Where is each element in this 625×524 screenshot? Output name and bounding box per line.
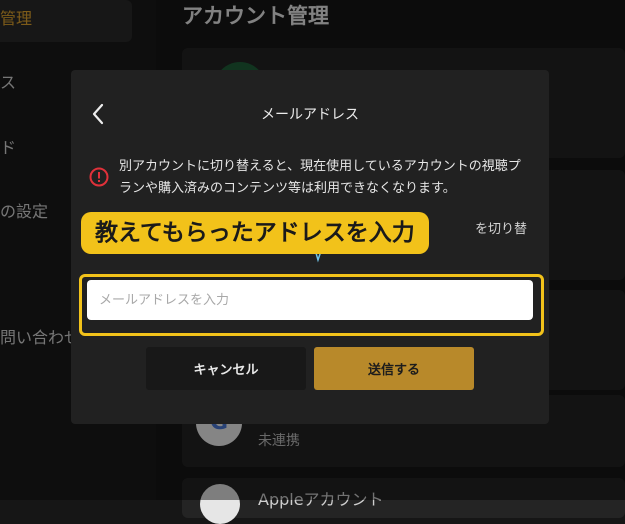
send-button[interactable]: 送信する [314,347,474,390]
email-dialog: メールアドレス 別アカウントに切り替えると、現在使用しているアカウントの視聴プラ… [71,70,549,424]
warning-icon [89,167,109,187]
warning-message: 別アカウントに切り替えると、現在使用しているアカウントの視聴プランや購入済みのコ… [119,159,521,196]
dialog-title: メールアドレス [261,107,359,123]
email-input[interactable] [87,280,533,320]
cancel-button[interactable]: キャンセル [146,347,306,390]
instruction-callout: 教えてもらったアドレスを入力 [81,212,429,254]
partial-description: を切り替 [475,222,528,237]
